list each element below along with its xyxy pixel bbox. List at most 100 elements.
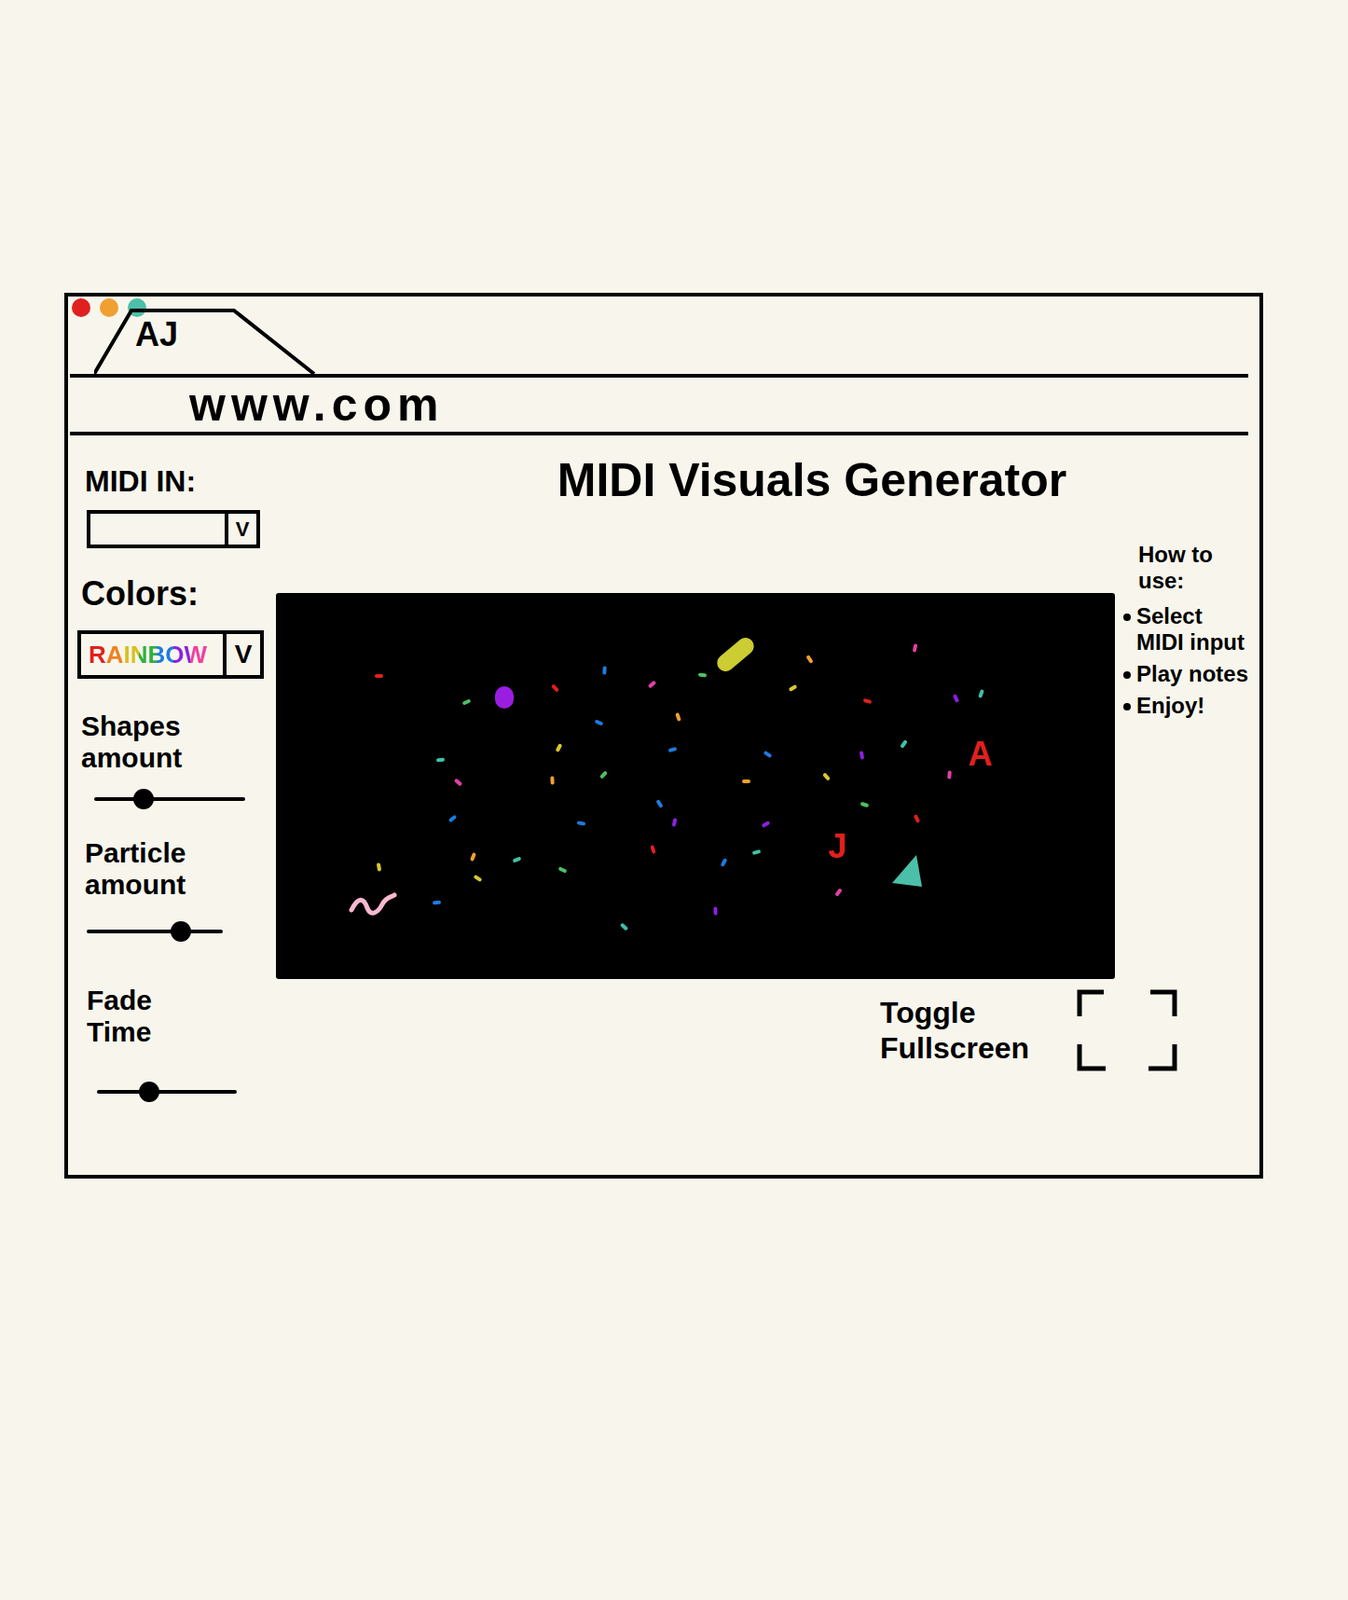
dropdown-arrow: V <box>222 633 261 675</box>
tab-label: AJ <box>135 315 179 354</box>
bullet-icon <box>1123 613 1131 621</box>
particle <box>913 813 922 824</box>
letter-shape: J <box>827 829 847 864</box>
particle <box>805 655 813 665</box>
particle <box>462 699 472 706</box>
help-panel: How to use: Select MIDI input Play notes En… <box>1123 541 1254 719</box>
page-title: MIDI Visuals Generator <box>275 435 1209 509</box>
browser-tab[interactable]: AJ <box>94 306 318 374</box>
particle <box>822 772 831 782</box>
particle <box>374 674 384 678</box>
help-steps: Select MIDI input Play notes Enjoy! <box>1123 603 1254 719</box>
midi-in-select[interactable]: V <box>86 509 261 549</box>
particle <box>911 644 918 654</box>
particle <box>698 672 707 677</box>
particle <box>788 684 798 692</box>
slider[interactable] <box>96 1081 237 1102</box>
particle <box>453 777 463 786</box>
fullscreen-label: Toggle Fullscreen <box>880 994 1039 1066</box>
slider-group: Fade Time <box>68 984 269 1102</box>
slider-group: Shapes amount <box>68 710 269 810</box>
slider-thumb[interactable] <box>170 921 192 942</box>
particle <box>432 900 441 906</box>
capsule-shape <box>713 633 757 674</box>
particle <box>761 820 771 828</box>
slider-track <box>96 1089 237 1094</box>
particle <box>899 739 908 749</box>
particle <box>647 679 658 688</box>
particle <box>951 693 960 703</box>
particle <box>742 779 751 784</box>
particle <box>599 770 608 780</box>
colors-select[interactable]: RAINBOWV <box>77 630 264 679</box>
colors-label: Colors: <box>68 574 269 614</box>
particle <box>473 874 483 882</box>
circle-shape <box>495 686 514 709</box>
browser-window: AJwww.comMIDI IN:VColors:RAINBOWVShapes … <box>64 292 1264 1179</box>
midi-in-label: MIDI IN: <box>68 463 269 499</box>
particle <box>863 698 873 704</box>
particle <box>594 719 605 727</box>
particle <box>602 666 607 675</box>
main-area: MIDI Visuals GeneratorAJHow to use:Selec… <box>268 435 1260 1175</box>
window-control-dot[interactable] <box>71 298 91 317</box>
slider-thumb[interactable] <box>138 1081 160 1102</box>
address-bar[interactable]: www.com <box>69 377 1249 436</box>
particle <box>576 820 586 826</box>
slider-track <box>86 929 223 934</box>
particle <box>720 857 729 867</box>
help-title: How to use: <box>1123 541 1226 594</box>
slider-thumb[interactable] <box>133 788 154 810</box>
particle <box>554 742 563 753</box>
particle <box>511 856 522 864</box>
particle <box>550 683 560 692</box>
particle <box>672 817 678 827</box>
particle <box>650 844 658 854</box>
help-step: Enjoy! <box>1123 692 1254 719</box>
bullet-icon <box>1123 671 1131 679</box>
particle <box>550 775 554 785</box>
help-step: Play notes <box>1123 660 1254 688</box>
particle <box>558 866 568 873</box>
particle <box>763 750 773 758</box>
slider[interactable] <box>86 921 223 942</box>
slider-label: Particle amount <box>68 837 199 901</box>
particle <box>977 688 985 699</box>
tab-bar: AJ <box>69 296 1249 378</box>
slider-label: Fade Time <box>68 984 171 1048</box>
sidebar: MIDI IN:VColors:RAINBOWVShapes amountPar… <box>68 435 269 1175</box>
particle <box>469 852 477 862</box>
window-controls <box>71 298 147 317</box>
colors-value: RAINBOW <box>81 633 223 675</box>
slider-track <box>94 797 246 801</box>
tab-outline-icon <box>94 306 318 374</box>
midi-in-value <box>90 513 225 545</box>
slider-group: Particle amount <box>68 837 269 942</box>
window-control-dot[interactable] <box>99 298 119 317</box>
particle <box>860 801 870 808</box>
content-row: AJHow to use:Select MIDI inputPlay notes… <box>275 541 1260 979</box>
triangle-shape <box>890 852 924 889</box>
particle <box>448 814 458 824</box>
particle <box>376 862 383 872</box>
fullscreen-toggle[interactable]: Toggle Fullscreen <box>880 988 1260 1073</box>
slider-label: Shapes amount <box>68 710 199 774</box>
dropdown-arrow: V <box>224 513 257 545</box>
bullet-icon <box>1123 702 1131 711</box>
particle <box>655 798 663 809</box>
particle <box>859 751 866 761</box>
particle <box>947 770 952 779</box>
help-step: Select MIDI input <box>1123 603 1254 656</box>
particle <box>668 746 678 753</box>
page-body: MIDI IN:VColors:RAINBOWVShapes amountPar… <box>68 435 1260 1175</box>
visuals-canvas[interactable]: AJ <box>275 592 1115 979</box>
fullscreen-icon[interactable] <box>1075 988 1179 1073</box>
particle <box>752 849 762 855</box>
particle <box>619 922 629 932</box>
particle <box>674 712 682 722</box>
particle <box>435 756 444 762</box>
squiggle-shape <box>348 891 398 918</box>
letter-shape: A <box>967 737 992 771</box>
slider[interactable] <box>94 788 246 810</box>
page: AJwww.comMIDI IN:VColors:RAINBOWVShapes … <box>0 0 1348 1600</box>
